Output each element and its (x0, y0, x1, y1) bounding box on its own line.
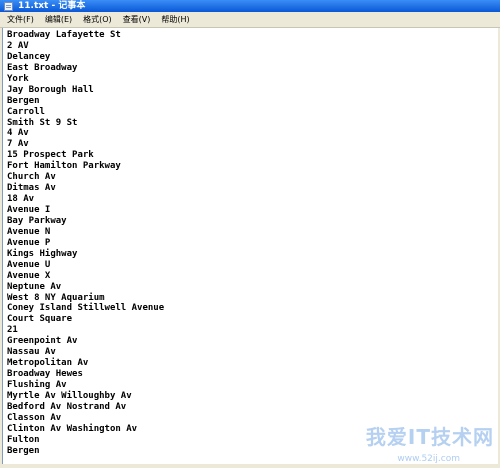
text-line: Church Av (7, 172, 56, 183)
window-title: 11.txt - 记事本 (18, 1, 86, 11)
text-line: Clinton Av Washington Av (7, 423, 138, 434)
text-line: Coney Island Stillwell Avenue (7, 303, 165, 314)
menu-edit[interactable]: 编辑(E) (41, 12, 76, 28)
text-line: Avenue N (7, 226, 51, 237)
text-line: Fulton (7, 434, 40, 445)
text-line: Bedford Av Nostrand Av (7, 401, 127, 412)
menu-format[interactable]: 格式(O) (79, 12, 116, 28)
text-line: Bergen (7, 95, 40, 106)
text-line: Fort Hamilton Parkway (7, 161, 121, 172)
text-line: 18 Av (7, 194, 35, 205)
text-lines: Broadway Lafayette St 2 AV Delancey East Br… (3, 28, 498, 457)
menu-view[interactable]: 查看(V) (119, 12, 155, 28)
text-line: 2 AV (7, 40, 29, 51)
text-line: 15 Prospect Park (7, 150, 94, 161)
text-line: Broadway Lafayette St (7, 30, 121, 40)
text-line: Avenue U (7, 259, 51, 270)
text-line: West 8 NY Aquarium (7, 292, 105, 303)
text-line: Avenue P (7, 237, 51, 248)
text-line: Greenpoint Av (7, 336, 78, 347)
text-line: Delancey (7, 51, 51, 62)
text-line: Court Square (7, 314, 73, 325)
menu-help[interactable]: 帮助(H) (157, 12, 193, 28)
text-line: Carroll (7, 106, 45, 117)
text-line: East Broadway (7, 62, 78, 73)
text-line: York (7, 73, 29, 84)
text-editor-area[interactable]: Broadway Lafayette St 2 AV Delancey East Br… (2, 28, 498, 464)
text-line: Neptune Av (7, 281, 62, 292)
text-line: Bergen (7, 445, 40, 456)
notepad-window: 11.txt - 记事本 文件(F) 编辑(E) 格式(O) 查看(V) 帮助(… (0, 0, 500, 468)
text-line: Jay Borough Hall (7, 84, 94, 95)
text-line: Avenue X (7, 270, 51, 281)
text-line: Bay Parkway (7, 215, 67, 226)
text-line: 4 Av (7, 128, 29, 139)
text-line: Flushing Av (7, 380, 67, 390)
text-line: Metropolitan Av (7, 358, 89, 369)
text-line: Classon Av (7, 412, 62, 423)
text-line: Myrtle Av Willoughby Av (7, 390, 132, 401)
window-bottom-edge (0, 464, 500, 468)
menu-file[interactable]: 文件(F) (3, 12, 38, 28)
text-line: 21 (7, 325, 18, 336)
text-line: Ditmas Av (7, 183, 56, 194)
text-line: Broadway Hewes (7, 369, 83, 380)
text-line: Avenue I (7, 205, 51, 215)
notepad-icon[interactable] (4, 1, 13, 11)
text-line: Nassau Av (7, 347, 56, 358)
menu-bar: 文件(F) 编辑(E) 格式(O) 查看(V) 帮助(H) (0, 12, 500, 28)
text-line: Kings Highway (7, 248, 78, 259)
text-line: Smith St 9 St (7, 117, 78, 128)
text-line: 7 Av (7, 139, 29, 150)
title-bar[interactable]: 11.txt - 记事本 (0, 0, 500, 12)
